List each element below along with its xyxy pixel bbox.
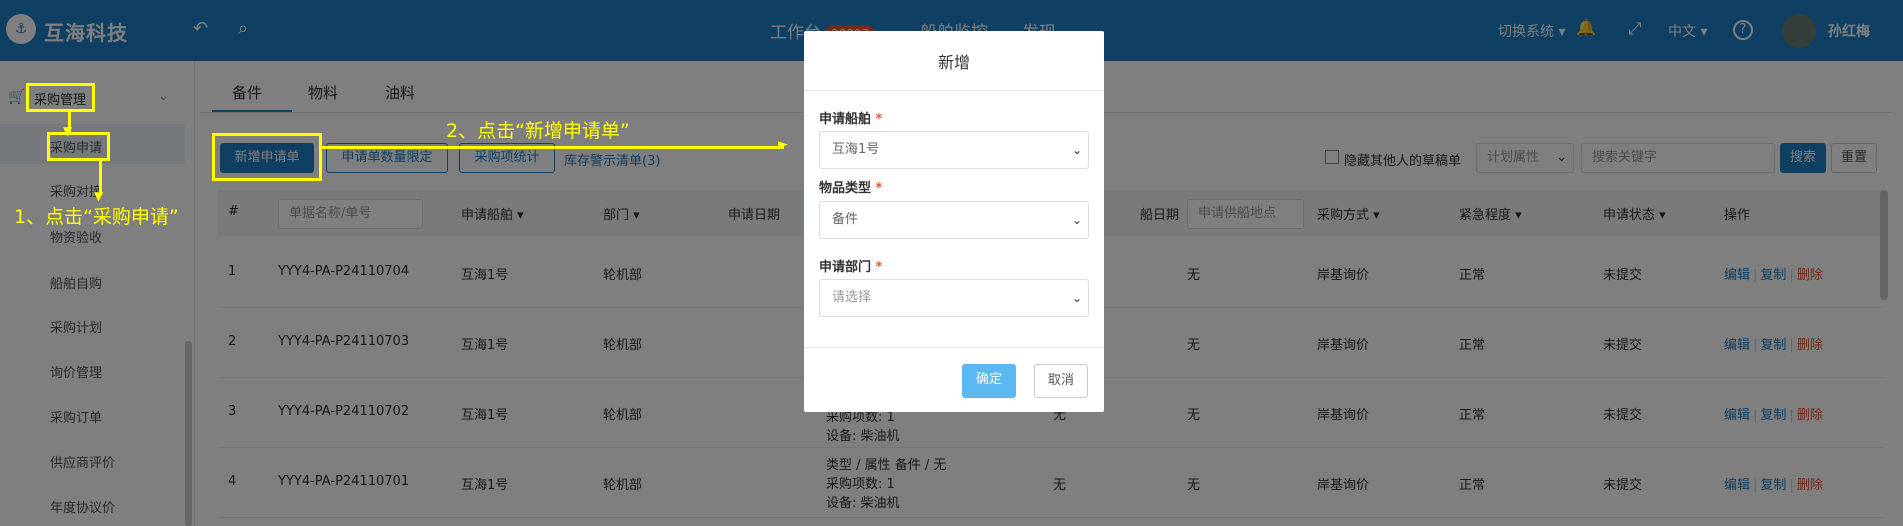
annotation-step2: 2、点击“新增申请单” [446, 120, 630, 142]
cancel-button[interactable]: 取消 [1034, 364, 1088, 398]
modal-footer-divider [804, 347, 1104, 348]
arrow-line [322, 146, 784, 149]
annotation-step1: 1、点击“采购申请” [14, 206, 179, 228]
dept-select[interactable]: 请选择 ⌄ [819, 279, 1089, 317]
highlight-new-request [212, 133, 322, 181]
highlight-purchase-group [26, 83, 95, 112]
ship-select-value: 互海1号 [832, 142, 880, 157]
chevron-down-icon: ⌄ [1071, 213, 1082, 227]
ship-field-label: 申请船舶 * [819, 112, 883, 127]
modal-title: 新增 [937, 53, 970, 72]
dept-field-label: 申请部门 * [819, 260, 883, 275]
modal-divider [804, 90, 1104, 91]
type-field-label: 物品类型 * [819, 181, 883, 196]
arrow-head-icon: ► [778, 137, 788, 152]
confirm-button[interactable]: 确定 [962, 364, 1016, 398]
dept-select-placeholder: 请选择 [832, 290, 872, 305]
ship-select[interactable]: 互海1号 ⌄ [819, 131, 1089, 169]
chevron-down-icon: ⌄ [1071, 291, 1082, 305]
type-select[interactable]: 备件 ⌄ [819, 201, 1089, 239]
highlight-purchase-request [47, 132, 110, 161]
new-request-modal: 新增 申请船舶 * 互海1号 ⌄ 物品类型 * 备件 ⌄ 申请部门 * 请选择 ⌄ 确… [804, 31, 1104, 412]
arrow-head-icon: ▼ [94, 189, 104, 203]
type-select-value: 备件 [832, 212, 859, 227]
chevron-down-icon: ⌄ [1071, 143, 1082, 157]
